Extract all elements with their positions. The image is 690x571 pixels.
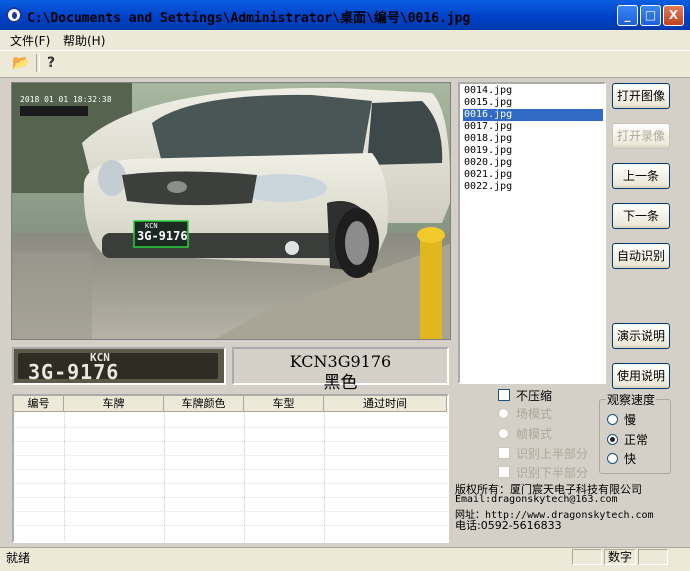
auto-recognize-button[interactable]: 自动识别: [612, 243, 670, 269]
grid-line: [14, 497, 447, 498]
col-header-id[interactable]: 编号: [14, 396, 64, 412]
file-item[interactable]: 0019.jpg: [463, 145, 603, 157]
status-panel: [638, 549, 668, 565]
frame-mode-radio[interactable]: [498, 428, 509, 439]
demo-button[interactable]: 演示说明: [612, 323, 670, 349]
plate-crop-image: KCN 3G-9176: [12, 347, 226, 385]
menu-help[interactable]: 帮助(H): [63, 32, 105, 49]
file-item[interactable]: 0015.jpg: [463, 97, 603, 109]
close-button[interactable]: X: [663, 5, 684, 26]
prev-button[interactable]: 上一条: [612, 163, 670, 189]
copyright-email: Email:dragonskytech@163.com: [455, 494, 618, 505]
grid-line: [14, 469, 447, 470]
speed-group-title: 观察速度: [606, 391, 657, 408]
status-text: 就绪: [6, 551, 31, 565]
field-mode-radio[interactable]: [498, 408, 509, 419]
app-icon[interactable]: [6, 7, 22, 23]
grid-line: [14, 427, 447, 428]
speed-normal-radio[interactable]: [607, 434, 618, 445]
frame-mode-label: 帧模式: [516, 427, 553, 441]
col-header-plate[interactable]: 车牌: [64, 396, 164, 412]
file-item[interactable]: 0020.jpg: [463, 157, 603, 169]
photo-plate-number: 3G-9176: [137, 229, 188, 243]
vehicle-photo-image: [12, 83, 450, 339]
grid-line: [14, 525, 447, 526]
grid-line: [14, 483, 447, 484]
speed-slow-label: 慢: [624, 413, 637, 427]
file-item[interactable]: 0022.jpg: [463, 181, 603, 193]
vehicle-photo: [11, 82, 451, 340]
grid-line: [164, 412, 165, 541]
copyright-phone: 电话:0592-5616833: [455, 519, 562, 532]
next-button[interactable]: 下一条: [612, 203, 670, 229]
close-icon: X: [668, 8, 679, 22]
minimize-icon: _: [624, 8, 631, 22]
speed-fast-label: 快: [624, 452, 637, 466]
no-compress-checkbox[interactable]: [498, 389, 510, 401]
speed-slow-radio[interactable]: [607, 414, 618, 425]
grid-line: [64, 412, 65, 541]
toolbar: [0, 50, 690, 78]
menu-file[interactable]: 文件(F): [10, 32, 50, 49]
photo-caption-bar: [20, 106, 88, 116]
field-mode-label: 场模式: [516, 407, 553, 421]
file-item[interactable]: 0018.jpg: [463, 133, 603, 145]
status-numlock: 数字: [604, 549, 636, 565]
photo-timestamp: 2018 01 01 18:32:38: [20, 95, 112, 104]
open-video-button[interactable]: 打开录像: [612, 123, 670, 149]
recognize-lower-checkbox[interactable]: [498, 466, 510, 478]
file-item[interactable]: 0017.jpg: [463, 121, 603, 133]
grid-line: [14, 511, 447, 512]
recognize-upper-checkbox[interactable]: [498, 447, 510, 459]
no-compress-label: 不压缩: [516, 389, 553, 403]
speed-fast-radio[interactable]: [607, 453, 618, 464]
plate-crop-number: 3G-9176: [28, 360, 120, 384]
maximize-button[interactable]: □: [640, 5, 661, 26]
grid-line: [14, 441, 447, 442]
usage-button[interactable]: 使用说明: [612, 363, 670, 389]
col-header-vehicle-type[interactable]: 车型: [244, 396, 324, 412]
open-image-button[interactable]: 打开图像: [612, 83, 670, 109]
grid-line: [14, 455, 447, 456]
maximize-icon: □: [644, 8, 657, 22]
file-item[interactable]: 0014.jpg: [463, 85, 603, 97]
file-item-selected[interactable]: 0016.jpg: [463, 109, 603, 121]
col-header-plate-color[interactable]: 车牌颜色: [164, 396, 244, 412]
window-title: C:\Documents and Settings\Administrator\…: [27, 11, 471, 26]
open-folder-icon[interactable]: 📂: [10, 53, 32, 73]
grid-line: [244, 412, 245, 541]
minimize-button[interactable]: _: [617, 5, 638, 26]
recognize-lower-label: 识别下半部分: [516, 466, 589, 480]
file-item[interactable]: 0021.jpg: [463, 169, 603, 181]
speed-normal-label: 正常: [624, 433, 649, 447]
grid-line: [324, 412, 325, 541]
col-header-pass-time[interactable]: 通过时间: [324, 396, 447, 412]
recognized-color: 黑色: [323, 373, 358, 393]
recognize-upper-label: 识别上半部分: [516, 447, 589, 461]
recognition-result: KCN3G9176 黑色: [232, 347, 449, 393]
help-icon[interactable]: ?: [40, 53, 62, 73]
status-panel: [572, 549, 602, 565]
